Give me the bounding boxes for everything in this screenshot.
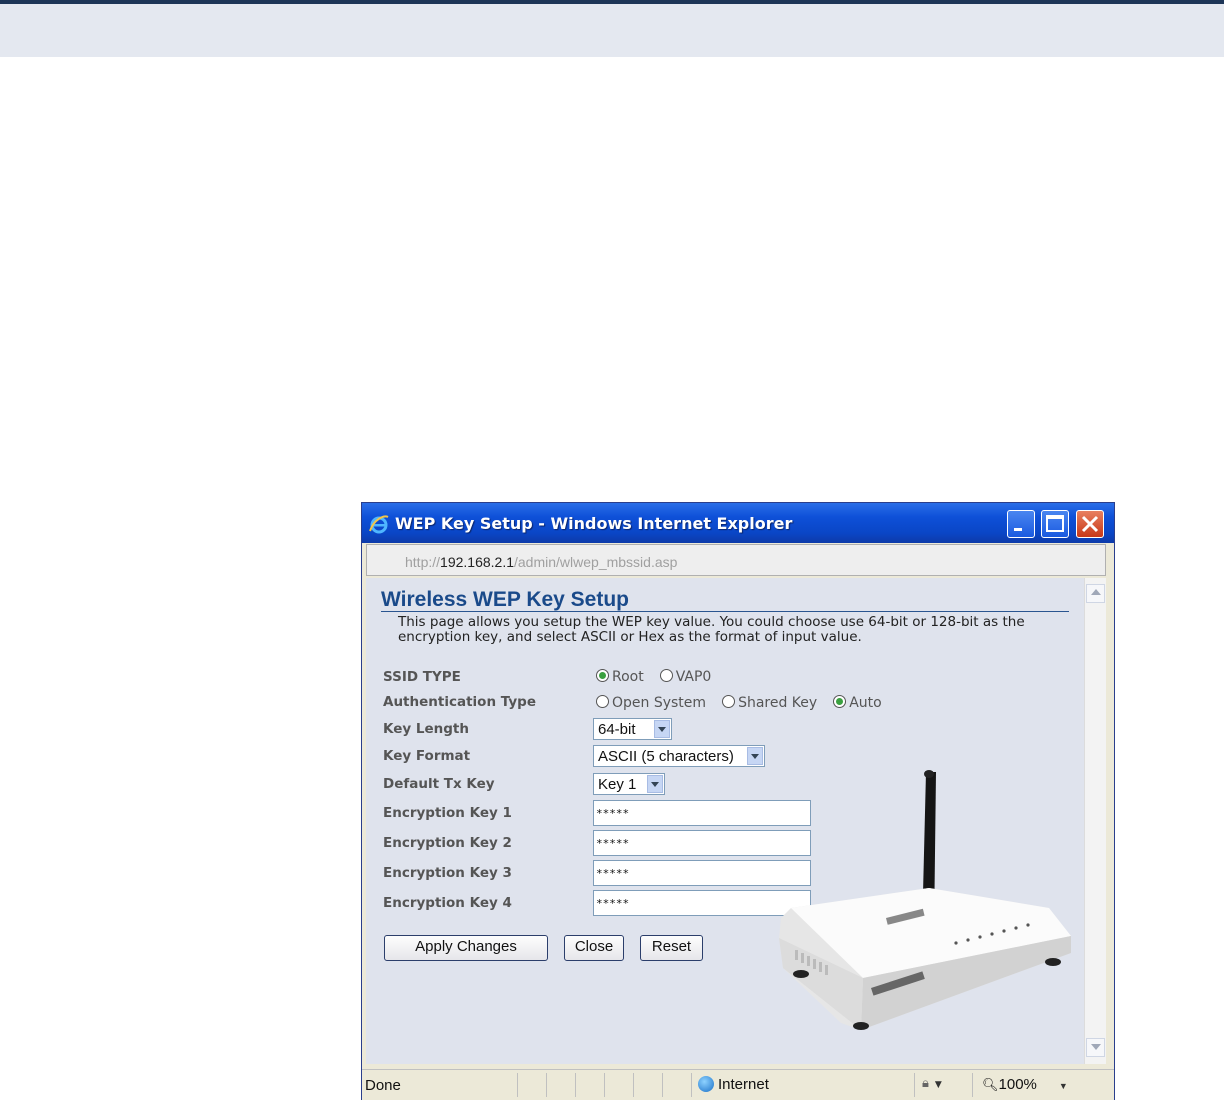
auth-open-system[interactable]: Open System bbox=[596, 695, 706, 711]
ssid-option-label: VAP0 bbox=[675, 669, 712, 685]
status-bar: Done Internet 🔒︎ ▼ 🔍︎100% ▼ bbox=[362, 1069, 1114, 1100]
maximize-icon bbox=[1046, 515, 1064, 532]
auth-option-label: Shared Key bbox=[738, 695, 818, 711]
ie-logo-icon bbox=[369, 515, 389, 534]
chevron-down-icon bbox=[1091, 1044, 1101, 1050]
close-icon bbox=[1081, 515, 1099, 533]
chevron-down-icon: ▼ bbox=[934, 1080, 942, 1090]
key-format-select[interactable]: ASCII (5 characters) bbox=[593, 745, 765, 767]
radio-auto[interactable] bbox=[833, 695, 847, 708]
radio-shared-key[interactable] bbox=[722, 695, 736, 708]
ssid-type-group: Root VAP0 bbox=[596, 669, 727, 685]
chevron-down-icon[interactable] bbox=[647, 775, 663, 793]
default-tx-key-label: Default Tx Key bbox=[383, 776, 495, 792]
status-divider bbox=[914, 1073, 915, 1097]
key-length-select[interactable]: 64-bit bbox=[593, 718, 672, 740]
chevron-down-icon: ▼ bbox=[1058, 1081, 1068, 1091]
auth-auto[interactable]: Auto bbox=[833, 695, 882, 711]
key-format-value: ASCII (5 characters) bbox=[598, 748, 734, 765]
globe-icon bbox=[698, 1076, 714, 1092]
ie-window: WEP Key Setup - Windows Internet Explore… bbox=[361, 502, 1115, 1100]
chevron-up-icon bbox=[1091, 589, 1101, 595]
key-length-value: 64-bit bbox=[598, 721, 636, 738]
protected-mode-icon: 🔒︎ bbox=[922, 1076, 929, 1091]
address-path: /admin/wlwep_mbssid.asp bbox=[514, 554, 678, 570]
vertical-scrollbar[interactable] bbox=[1084, 578, 1106, 1064]
chevron-down-icon[interactable] bbox=[747, 747, 763, 765]
page-content: Wireless WEP Key Setup This page allows … bbox=[366, 578, 1084, 1064]
radio-open-system[interactable] bbox=[596, 695, 609, 708]
zoom-icon: 🔍︎ bbox=[982, 1077, 999, 1092]
encryption-key-2-label: Encryption Key 2 bbox=[383, 835, 512, 851]
scroll-up-button[interactable] bbox=[1086, 584, 1105, 603]
router-image bbox=[779, 770, 1071, 1030]
encryption-key-4-label: Encryption Key 4 bbox=[383, 895, 512, 911]
zone-label: Internet bbox=[718, 1076, 769, 1093]
ssid-type-label: SSID TYPE bbox=[383, 669, 461, 685]
chevron-down-icon[interactable] bbox=[654, 720, 670, 738]
encryption-key-1-label: Encryption Key 1 bbox=[383, 805, 512, 821]
key-format-label: Key Format bbox=[383, 748, 471, 764]
encryption-key-3-label: Encryption Key 3 bbox=[383, 865, 512, 881]
key-length-label: Key Length bbox=[383, 721, 469, 737]
title-bar[interactable]: WEP Key Setup - Windows Internet Explore… bbox=[362, 503, 1114, 543]
reset-button[interactable]: Reset bbox=[640, 935, 703, 961]
page-description: This page allows you setup the WEP key v… bbox=[398, 614, 1025, 645]
address-prefix: http:// bbox=[405, 554, 441, 570]
maximize-button[interactable] bbox=[1041, 510, 1069, 538]
close-window-button[interactable] bbox=[1076, 510, 1104, 538]
address-text: http://192.168.2.1/admin/wlwep_mbssid.as… bbox=[405, 554, 677, 570]
status-divider bbox=[546, 1073, 547, 1097]
zoom-level: 100% bbox=[998, 1076, 1037, 1093]
radio-root[interactable] bbox=[596, 669, 609, 682]
status-divider bbox=[575, 1073, 576, 1097]
header-band bbox=[0, 4, 1224, 57]
default-tx-key-select[interactable]: Key 1 bbox=[593, 773, 665, 795]
status-divider bbox=[633, 1073, 634, 1097]
address-bar[interactable]: http://192.168.2.1/admin/wlwep_mbssid.as… bbox=[366, 544, 1106, 576]
status-divider bbox=[517, 1073, 518, 1097]
zoom-control[interactable]: 🔍︎100% ▼ bbox=[982, 1076, 1068, 1093]
security-zone[interactable]: Internet bbox=[698, 1076, 769, 1093]
auth-option-label: Open System bbox=[612, 695, 707, 711]
ssid-type-vap0[interactable]: VAP0 bbox=[659, 669, 712, 685]
protected-mode-button[interactable]: 🔒︎ ▼ bbox=[922, 1076, 942, 1091]
close-button[interactable]: Close bbox=[564, 935, 624, 961]
auth-type-group: Open System Shared Key Auto bbox=[596, 695, 898, 711]
apply-changes-button[interactable]: Apply Changes bbox=[384, 935, 548, 961]
radio-vap0[interactable] bbox=[659, 669, 673, 682]
status-text: Done bbox=[365, 1077, 401, 1094]
window-title: WEP Key Setup - Windows Internet Explore… bbox=[395, 514, 793, 533]
ssid-option-label: Root bbox=[612, 669, 644, 685]
page-title: Wireless WEP Key Setup bbox=[381, 588, 630, 611]
minimize-button[interactable] bbox=[1007, 510, 1035, 538]
title-divider bbox=[381, 611, 1069, 612]
scroll-down-button[interactable] bbox=[1086, 1038, 1105, 1057]
minimize-icon bbox=[1014, 528, 1022, 531]
auth-type-label: Authentication Type bbox=[383, 694, 536, 710]
ssid-type-root[interactable]: Root bbox=[596, 669, 644, 685]
status-divider bbox=[972, 1073, 973, 1097]
auth-option-label: Auto bbox=[849, 695, 882, 711]
status-divider bbox=[662, 1073, 663, 1097]
status-divider bbox=[691, 1073, 692, 1097]
status-divider bbox=[604, 1073, 605, 1097]
default-tx-key-value: Key 1 bbox=[598, 776, 637, 793]
auth-shared-key[interactable]: Shared Key bbox=[722, 695, 817, 711]
address-host: 192.168.2.1 bbox=[440, 554, 514, 570]
